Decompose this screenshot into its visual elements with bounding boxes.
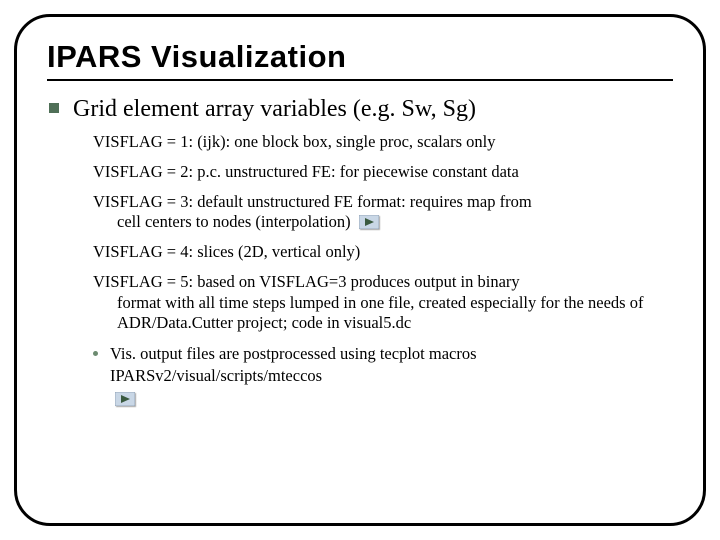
item-text: VISFLAG = 4: slices (2D, vertical only) xyxy=(93,242,360,261)
play-arrow-icon[interactable] xyxy=(359,215,379,229)
item-text: VISFLAG = 5: based on VISFLAG=3 produces… xyxy=(93,272,520,291)
square-bullet-icon xyxy=(49,103,59,113)
sub-bullet-text: Vis. output files are postprocessed usin… xyxy=(110,343,477,388)
main-bullet-row: Grid element array variables (e.g. Sw, S… xyxy=(47,95,673,124)
item-text: VISFLAG = 2: p.c. unstructured FE: for p… xyxy=(93,162,519,181)
title-underline xyxy=(47,79,673,81)
list-item: VISFLAG = 5: based on VISFLAG=3 produces… xyxy=(93,272,663,332)
sub-line-2: IPARSv2/visual/scripts/mteccos xyxy=(110,365,477,387)
trailing-arrow-block xyxy=(47,391,673,409)
dot-bullet-icon xyxy=(93,351,98,356)
slide-frame: IPARS Visualization Grid element array v… xyxy=(14,14,706,526)
item-text: VISFLAG = 1: (ijk): one block box, singl… xyxy=(93,132,496,151)
visflag-list: VISFLAG = 1: (ijk): one block box, singl… xyxy=(47,132,673,333)
item-continuation: format with all time steps lumped in one… xyxy=(93,293,663,333)
item-text: VISFLAG = 3: default unstructured FE for… xyxy=(93,192,532,211)
slide-title: IPARS Visualization xyxy=(47,39,673,75)
sub-line-1: Vis. output files are postprocessed usin… xyxy=(110,343,477,365)
list-item: VISFLAG = 2: p.c. unstructured FE: for p… xyxy=(93,162,663,182)
list-item: VISFLAG = 1: (ijk): one block box, singl… xyxy=(93,132,663,152)
list-item: VISFLAG = 4: slices (2D, vertical only) xyxy=(93,242,663,262)
item-continuation: cell centers to nodes (interpolation) xyxy=(93,212,663,232)
main-bullet-text: Grid element array variables (e.g. Sw, S… xyxy=(73,95,476,124)
sub-bullet-row: Vis. output files are postprocessed usin… xyxy=(47,343,673,388)
list-item: VISFLAG = 3: default unstructured FE for… xyxy=(93,192,663,232)
play-arrow-icon[interactable] xyxy=(115,392,135,406)
